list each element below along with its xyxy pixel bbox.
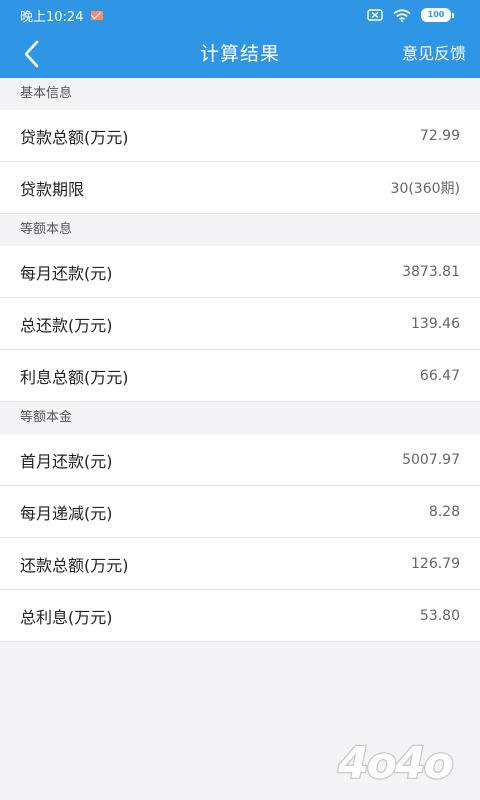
list-item: 贷款期限 30(360期) [0, 162, 480, 214]
row-label: 总还款(万元) [20, 315, 113, 335]
status-right: 100 [367, 0, 454, 30]
row-value: 3873.81 [402, 263, 460, 280]
row-label: 每月递减(元) [20, 503, 113, 523]
feedback-button[interactable]: 意见反馈 [402, 30, 466, 78]
mail-notification-icon [91, 10, 104, 20]
row-value: 126.79 [411, 555, 460, 572]
nav-bar: 计算结果 意见反馈 [0, 30, 480, 78]
row-value: 72.99 [419, 127, 460, 144]
battery-tip [452, 12, 454, 18]
status-left: 晚上10:24 [20, 0, 104, 30]
row-value: 8.28 [428, 503, 460, 520]
row-label: 贷款期限 [20, 179, 85, 199]
list-item: 首月还款(元) 5007.97 [0, 434, 480, 486]
row-label: 利息总额(万元) [20, 367, 129, 387]
row-label: 首月还款(元) [20, 451, 113, 471]
status-bar: 晚上10:24 100 [0, 0, 480, 30]
list-item: 还款总额(万元) 126.79 [0, 538, 480, 590]
watermark-text: 4o4o [337, 738, 452, 789]
row-value: 139.46 [411, 315, 460, 332]
sim-off-icon [367, 9, 383, 21]
section-equal-installment: 等额本息 每月还款(元) 3873.81 总还款(万元) 139.46 利息总额… [0, 214, 480, 402]
list-item: 每月递减(元) 8.28 [0, 486, 480, 538]
results-list: 基本信息 贷款总额(万元) 72.99 贷款期限 30(360期) 等额本息 每… [0, 78, 480, 642]
row-label: 总利息(万元) [20, 607, 113, 627]
battery-icon: 100 [421, 8, 454, 22]
row-label: 每月还款(元) [20, 263, 113, 283]
section-header: 等额本息 [0, 214, 480, 246]
section-header: 等额本金 [0, 402, 480, 434]
row-label: 贷款总额(万元) [20, 127, 129, 147]
section-equal-principal: 等额本金 首月还款(元) 5007.97 每月递减(元) 8.28 还款总额(万… [0, 402, 480, 642]
list-item: 总利息(万元) 53.80 [0, 590, 480, 642]
row-value: 53.80 [419, 607, 460, 624]
list-item: 利息总额(万元) 66.47 [0, 350, 480, 402]
row-value: 5007.97 [402, 451, 460, 468]
list-item: 总还款(万元) 139.46 [0, 298, 480, 350]
row-value: 66.47 [419, 367, 460, 384]
list-item: 每月还款(元) 3873.81 [0, 246, 480, 298]
battery-level: 100 [421, 8, 451, 22]
row-label: 还款总额(万元) [20, 555, 129, 575]
watermark-logo: 4o4o [336, 737, 456, 790]
section-basic-info: 基本信息 贷款总额(万元) 72.99 贷款期限 30(360期) [0, 78, 480, 214]
section-header: 基本信息 [0, 78, 480, 110]
row-value: 30(360期) [390, 180, 460, 197]
list-item: 贷款总额(万元) 72.99 [0, 110, 480, 162]
status-time: 晚上10:24 [20, 9, 84, 25]
wifi-icon [393, 8, 411, 22]
